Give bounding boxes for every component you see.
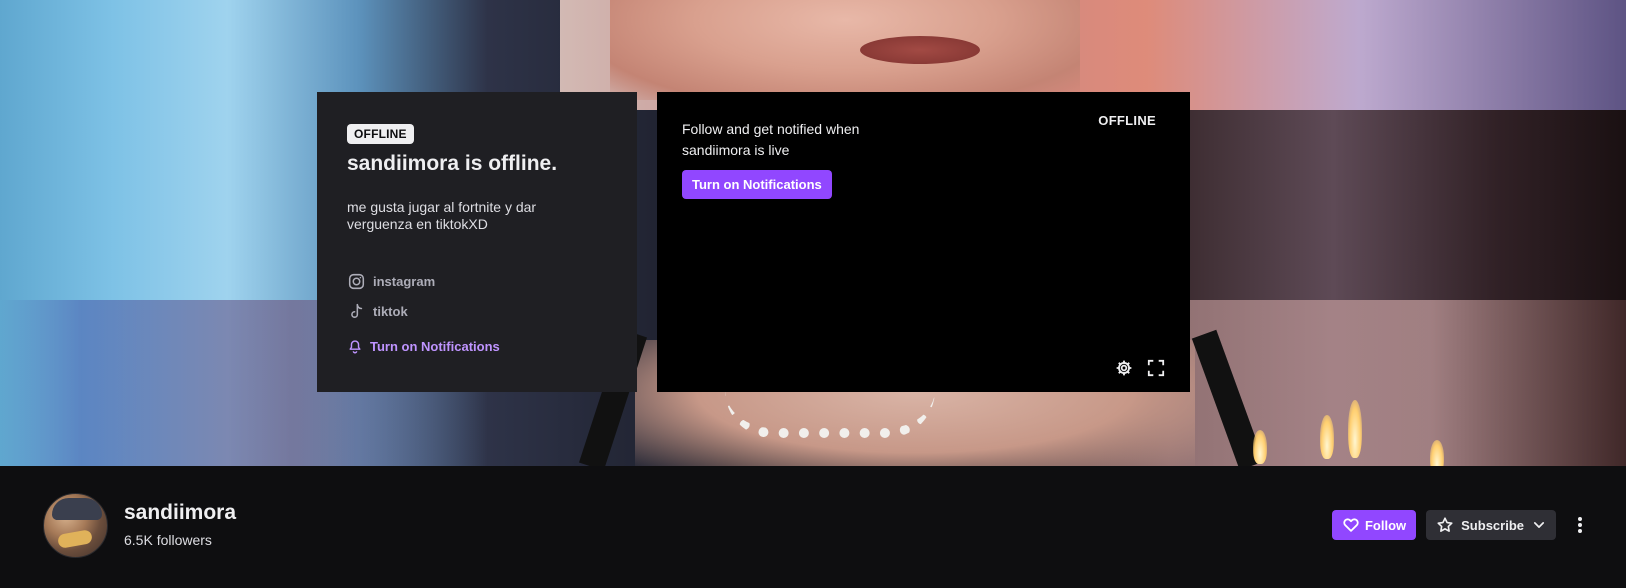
banner-flame — [1320, 415, 1334, 459]
offline-title: sandiimora is offline. — [347, 152, 558, 175]
fullscreen-icon[interactable] — [1146, 358, 1166, 378]
follow-button[interactable]: Follow — [1331, 510, 1417, 540]
channel-name[interactable]: sandiimora — [124, 501, 236, 525]
channel-banner: OFFLINE sandiimora is offline. me gusta … — [0, 0, 1626, 466]
turn-on-notifications-link[interactable]: Turn on Notifications — [347, 338, 607, 354]
offline-info-card: OFFLINE sandiimora is offline. me gusta … — [317, 92, 637, 392]
video-player[interactable]: Follow and get notified when sandiimora … — [657, 92, 1190, 392]
channel-bio: me gusta jugar al fortnite y dar verguen… — [347, 199, 537, 232]
player-offline-status: OFFLINE — [1098, 113, 1156, 128]
player-notifications-button[interactable]: Turn on Notifications — [682, 170, 832, 199]
channel-info-bar: sandiimora 6.5K followers Follow Subscri… — [0, 466, 1626, 588]
banner-flame — [1253, 430, 1267, 464]
tiktok-icon — [347, 302, 365, 320]
more-options-icon[interactable] — [1570, 510, 1590, 540]
avatar-detail — [57, 529, 93, 549]
player-controls — [1114, 358, 1166, 378]
heart-icon — [1342, 516, 1360, 534]
bell-icon — [347, 338, 363, 354]
chevron-down-icon — [1532, 518, 1546, 532]
social-link-label: tiktok — [373, 303, 408, 319]
instagram-icon — [347, 272, 365, 290]
avatar[interactable] — [43, 493, 108, 558]
banner-pearl-necklace — [725, 390, 935, 438]
settings-icon[interactable] — [1114, 358, 1134, 378]
follow-button-label: Follow — [1364, 517, 1407, 533]
banner-flame — [1430, 440, 1444, 466]
offline-badge: OFFLINE — [347, 124, 414, 144]
channel-actions: Follow Subscribe — [1331, 510, 1590, 540]
subscribe-button-label: Subscribe — [1461, 517, 1524, 533]
avatar-detail — [52, 498, 102, 520]
social-link-instagram[interactable]: instagram — [347, 266, 607, 296]
star-icon — [1436, 516, 1454, 534]
banner-face — [610, 0, 1080, 100]
notify-link-label: Turn on Notifications — [370, 338, 500, 354]
subscribe-button[interactable]: Subscribe — [1426, 510, 1556, 540]
social-link-label: instagram — [373, 273, 436, 289]
social-links: instagram tiktok — [347, 266, 607, 326]
social-link-tiktok[interactable]: tiktok — [347, 296, 607, 326]
banner-flame — [1348, 400, 1362, 458]
player-follow-prompt: Follow and get notified when sandiimora … — [682, 121, 860, 158]
follower-count: 6.5K followers — [124, 532, 212, 548]
banner-lips — [860, 36, 980, 64]
